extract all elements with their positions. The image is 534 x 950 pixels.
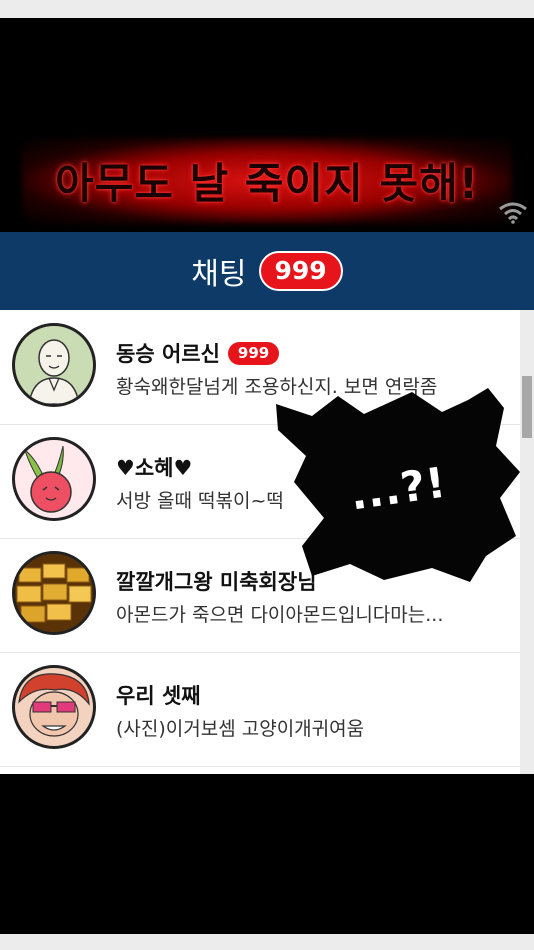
chat-header: 채팅 999 xyxy=(0,232,534,310)
avatar xyxy=(12,551,96,635)
contact-name: 우리 셋째 xyxy=(116,684,201,708)
avatar xyxy=(12,437,96,521)
chat-row-third-sibling[interactable]: 우리 셋째 (사진)이거보셈 고양이개귀여움 xyxy=(0,652,520,767)
name-line: ♥소혜♥ xyxy=(116,452,192,482)
unread-badge: 999 xyxy=(227,341,280,365)
scrollbar-thumb[interactable] xyxy=(522,376,532,438)
peach-character-illustration xyxy=(24,445,72,513)
avatar xyxy=(12,323,96,407)
header-title: 채팅 xyxy=(191,257,247,292)
unread-count-badge: 999 xyxy=(258,251,343,291)
gold-bars-illustration xyxy=(15,554,93,632)
contact-name: 동승 어르신 xyxy=(116,342,220,366)
monk-avatar-illustration xyxy=(28,339,80,404)
title-banner: 아무도 날 죽이지 못해! xyxy=(0,18,534,232)
red-haired-boy-illustration xyxy=(18,673,90,737)
screen: 아무도 날 죽이지 못해! 채팅 999 동승 어르신 999 황숙왜한달넘게 … xyxy=(0,18,534,934)
contact-name: ♥소혜♥ xyxy=(116,456,193,480)
scrollbar[interactable] xyxy=(520,310,534,774)
last-message: 아몬드가 죽으면 다이아몬드입니다마는... xyxy=(116,604,444,626)
last-message: (사진)이거보셈 고양이개귀여움 xyxy=(116,718,365,740)
name-line: 동승 어르신 999 xyxy=(116,338,280,368)
name-line: 우리 셋째 xyxy=(116,680,201,710)
banner-title: 아무도 날 죽이지 못해! xyxy=(55,159,479,208)
wifi-icon xyxy=(499,202,527,224)
avatar xyxy=(12,665,96,749)
